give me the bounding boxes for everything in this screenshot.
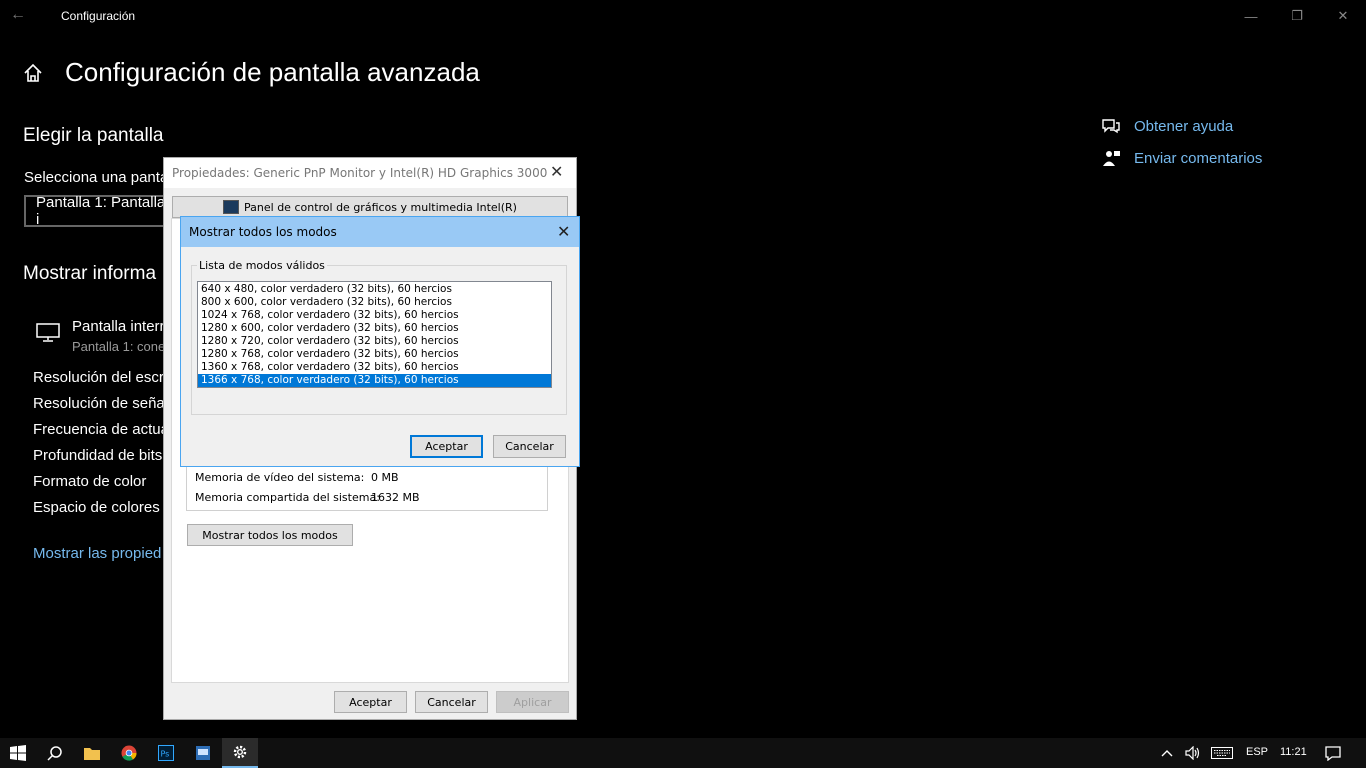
get-help-link[interactable]: Obtener ayuda [1134, 118, 1233, 135]
back-button[interactable]: ← [10, 6, 38, 26]
info-row: Resolución del escri [33, 369, 168, 386]
properties-apply-button: Aplicar [496, 691, 569, 713]
modes-group-label: Lista de modos válidos [197, 259, 327, 272]
volume-icon[interactable] [1180, 738, 1206, 768]
modes-ok-button[interactable]: Aceptar [410, 435, 483, 458]
settings-gear-icon[interactable] [222, 738, 258, 768]
modes-listbox[interactable]: 640 x 480, color verdadero (32 bits), 60… [197, 281, 552, 388]
show-all-modes-button[interactable]: Mostrar todos los modos [187, 524, 353, 546]
info-row: Profundidad de bits [33, 447, 163, 464]
modes-titlebar: Mostrar todos los modos [181, 217, 579, 247]
send-feedback-link[interactable]: Enviar comentarios [1134, 150, 1262, 167]
properties-titlebar: Propiedades: Generic PnP Monitor y Intel… [164, 158, 576, 188]
show-info-heading: Mostrar informa [23, 263, 157, 284]
close-button[interactable]: ✕ [1320, 0, 1366, 32]
taskbar: Ps ESP 11:21 [0, 738, 1366, 768]
properties-ok-button[interactable]: Aceptar [334, 691, 407, 713]
mode-item[interactable]: 1280 x 768, color verdadero (32 bits), 6… [198, 348, 551, 361]
intel-tab-label: Panel de control de gráficos y multimedi… [244, 200, 517, 214]
mode-item[interactable]: 640 x 480, color verdadero (32 bits), 60… [198, 283, 551, 296]
intel-control-panel-tab[interactable]: Panel de control de gráficos y multimedi… [172, 196, 568, 218]
mode-item-selected[interactable]: 1366 x 768, color verdadero (32 bits), 6… [198, 374, 551, 387]
mode-item[interactable]: 800 x 600, color verdadero (32 bits), 60… [198, 296, 551, 309]
maximize-button[interactable]: ❐ [1274, 0, 1320, 32]
info-row: Espacio de colores [33, 499, 160, 516]
display-dropdown-value: Pantalla 1: Pantalla i [36, 194, 166, 228]
info-row: Resolución de señal [33, 395, 169, 412]
info-row: Frecuencia de actua [33, 421, 169, 438]
start-icon[interactable] [0, 738, 36, 768]
display-dropdown[interactable]: Pantalla 1: Pantalla i [24, 194, 184, 228]
search-icon[interactable] [37, 738, 73, 768]
monitor-icon [35, 321, 61, 343]
file-explorer-icon[interactable] [74, 738, 110, 768]
svg-text:Ps: Ps [161, 750, 170, 759]
info-row: Formato de color [33, 473, 147, 490]
memory-group: Memoria de vídeo del sistema: 0 MB Memor… [186, 467, 548, 511]
language-indicator[interactable]: ESP [1246, 746, 1268, 758]
properties-cancel-button[interactable]: Cancelar [415, 691, 488, 713]
minimize-button[interactable]: — [1228, 0, 1274, 32]
chevron-up-icon[interactable] [1152, 738, 1182, 768]
window-title: Configuración [61, 9, 136, 23]
chrome-icon[interactable] [111, 738, 147, 768]
intel-graphics-icon [223, 200, 240, 214]
memory-label: Memoria compartida del sistema: [195, 491, 380, 504]
memory-value: 1632 MB [371, 491, 420, 504]
memory-label: Memoria de vídeo del sistema: [195, 471, 365, 484]
help-chat-icon [1101, 117, 1121, 135]
display-settings-app-icon[interactable] [185, 738, 221, 768]
notifications-icon[interactable] [1316, 738, 1350, 768]
modes-cancel-button[interactable]: Cancelar [493, 435, 566, 458]
modes-close-button[interactable]: ✕ [557, 222, 570, 241]
mode-item[interactable]: 1280 x 720, color verdadero (32 bits), 6… [198, 335, 551, 348]
choose-display-heading: Elegir la pantalla [23, 125, 164, 146]
select-display-label: Selecciona una panta [24, 169, 169, 186]
mode-item[interactable]: 1024 x 768, color verdadero (32 bits), 6… [198, 309, 551, 322]
monitor-name: Pantalla interr [72, 318, 165, 335]
modes-dialog: Mostrar todos los modos ✕ Lista de modos… [180, 216, 580, 467]
clock[interactable]: 11:21 [1280, 746, 1307, 758]
properties-close-button[interactable]: ✕ [550, 162, 563, 181]
mode-item[interactable]: 1360 x 768, color verdadero (32 bits), 6… [198, 361, 551, 374]
feedback-icon [1101, 149, 1121, 167]
modes-dialog-title: Mostrar todos los modos [189, 225, 337, 239]
mode-item[interactable]: 1280 x 600, color verdadero (32 bits), 6… [198, 322, 551, 335]
photoshop-icon[interactable]: Ps [148, 738, 184, 768]
monitor-subtitle: Pantalla 1: conec [72, 339, 172, 354]
page-title: Configuración de pantalla avanzada [65, 57, 480, 87]
home-icon[interactable] [22, 62, 44, 84]
display-properties-link[interactable]: Mostrar las propied [33, 545, 161, 562]
keyboard-icon[interactable] [1207, 738, 1237, 768]
properties-title: Propiedades: Generic PnP Monitor y Intel… [172, 166, 548, 180]
memory-value: 0 MB [371, 471, 399, 484]
